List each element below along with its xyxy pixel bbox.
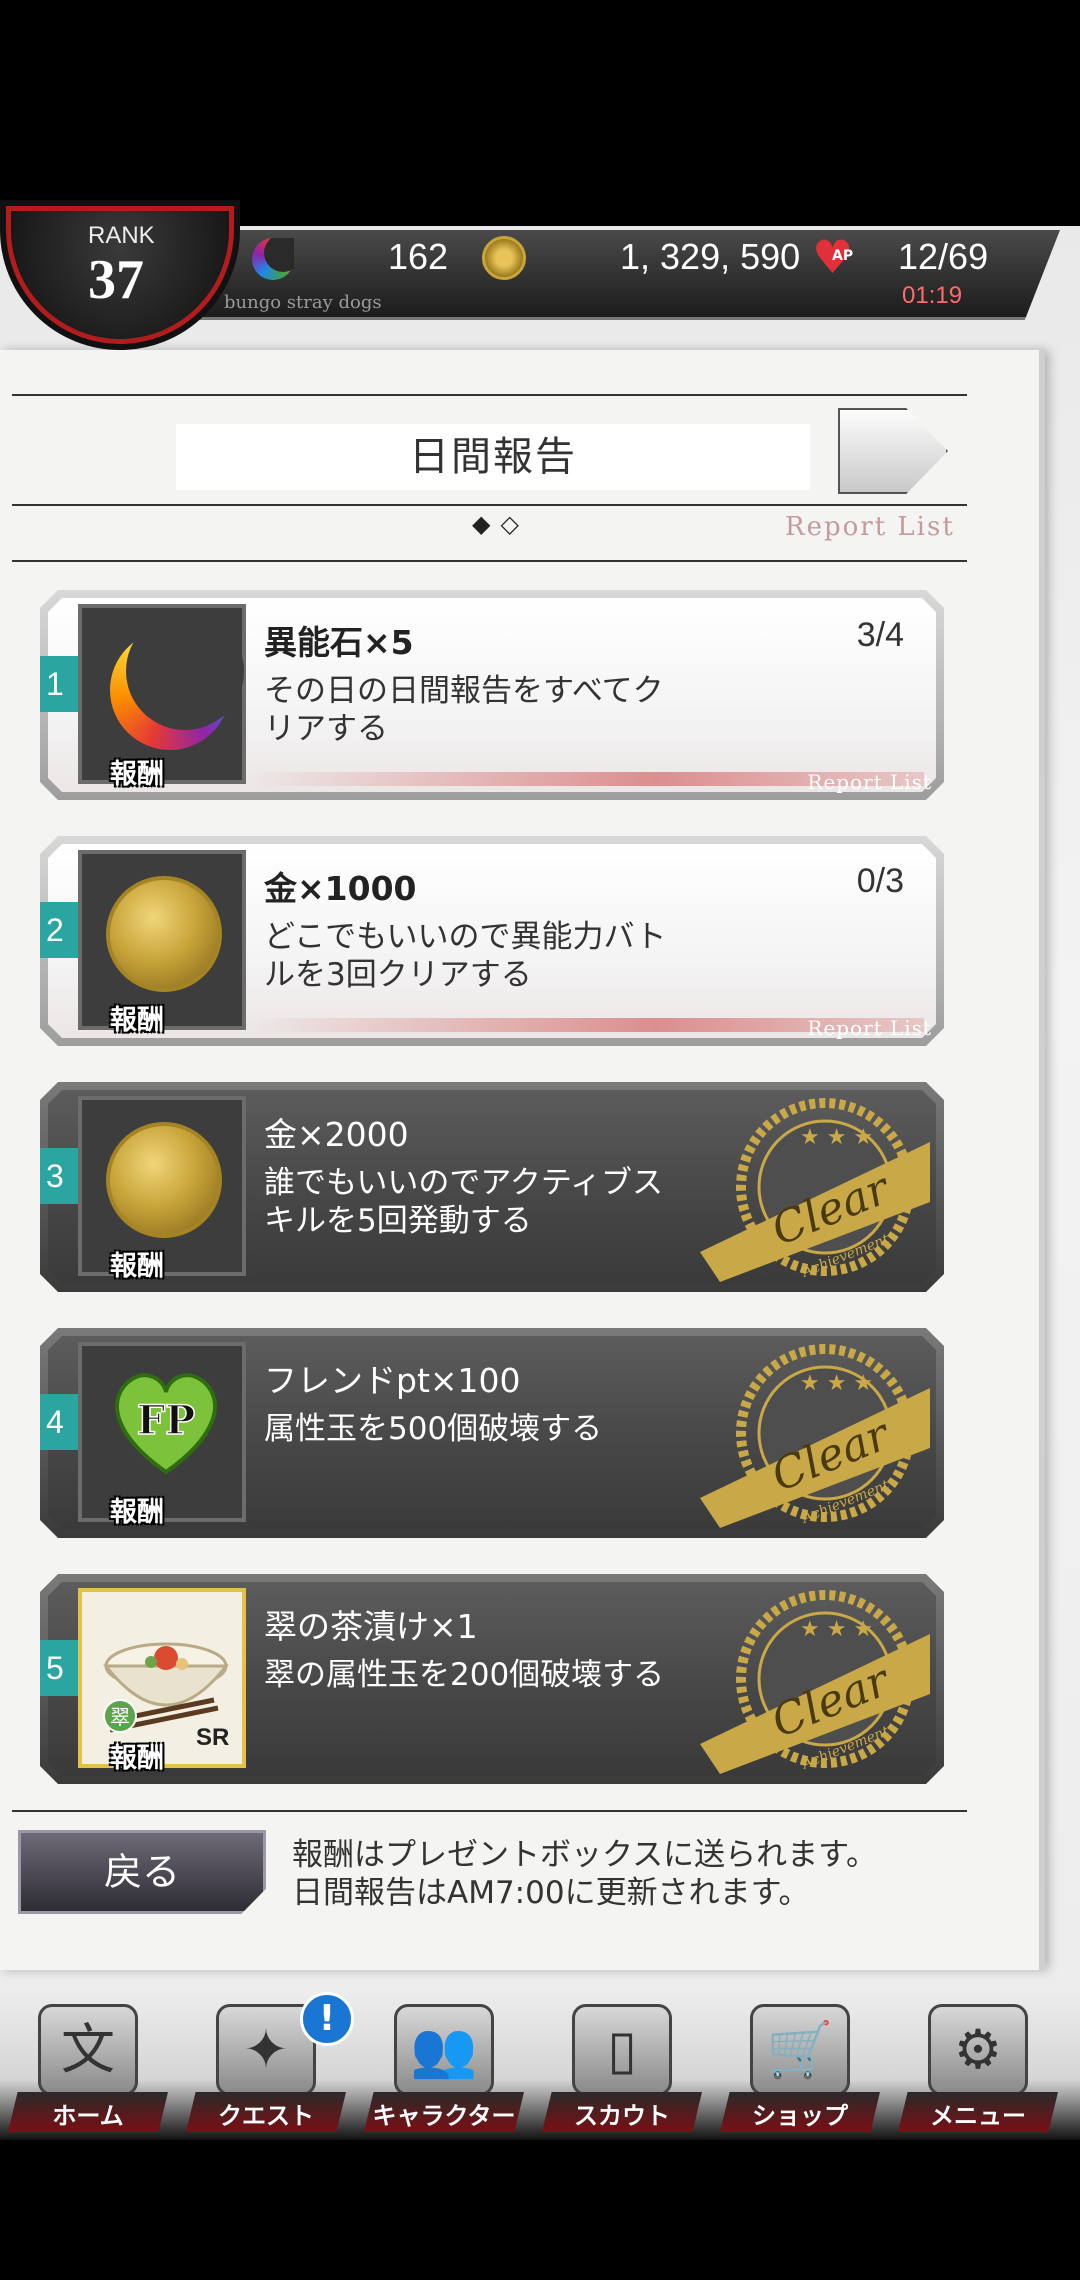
reward-name: 金×1000 xyxy=(264,869,417,908)
ap-count: 12/69 xyxy=(898,236,989,277)
mission-description: その日の日間報告をすべてク リアする xyxy=(264,672,764,748)
description-line: リアする xyxy=(264,711,388,747)
scout-glyph: ▯ xyxy=(607,2018,637,2081)
page-indicator: ◆◇ xyxy=(472,510,529,538)
gold-coin-icon xyxy=(106,876,222,992)
description-line: 翠の属性玉を200個破壊する xyxy=(264,1657,665,1693)
gold-count: 1, 329, 590 xyxy=(620,236,801,277)
nav-label: ホーム xyxy=(52,2102,124,2130)
description-line: キルを5回発動する xyxy=(264,1203,532,1239)
characters-glyph: 👥 xyxy=(410,2018,478,2081)
mission-card-4[interactable]: 4 FP 報酬 フレンドpt×100 属性玉を500個破壊する ★ ★ ★ Cl… xyxy=(40,1328,944,1538)
top-black-bar xyxy=(0,0,1080,226)
rank-value: 37 xyxy=(88,249,144,311)
reward-name: 金×2000 xyxy=(264,1115,409,1154)
description-line: どこでもいいので異能力バト xyxy=(264,919,667,955)
reward-tag: 報酬 xyxy=(110,1005,164,1036)
nav-label: メニュー xyxy=(930,2102,1026,2130)
mission-card-2[interactable]: 2 報酬 金×1000 0/3 どこでもいいので異能力バト ルを3回クリアする … xyxy=(40,836,944,1046)
element-badge: 翠 xyxy=(110,1705,130,1729)
bottom-black-bar xyxy=(0,2140,1080,2280)
back-button[interactable]: 戻る xyxy=(18,1830,266,1914)
mission-card-5[interactable]: 5 翠 SR 報酬 翠の茶漬け×1 翠の属性玉を200個破壊する ★ ★ ★ C… xyxy=(40,1574,944,1784)
divider xyxy=(12,1810,967,1812)
page-title: 日間報告 xyxy=(176,424,810,490)
shop-glyph: 🛒 xyxy=(766,2018,834,2081)
svg-text:★ ★ ★: ★ ★ ★ xyxy=(800,1617,873,1642)
fp-text: FP xyxy=(137,1397,195,1444)
ap-label: AP xyxy=(832,248,854,264)
mission-progress: 3/4 xyxy=(856,616,904,654)
footer-note-line: 報酬はプレゼントボックスに送られます。 xyxy=(292,1837,877,1873)
description-line: 誰でもいいのでアクティブス xyxy=(264,1165,663,1201)
divider xyxy=(12,504,967,506)
crescent-stone-icon xyxy=(110,630,230,750)
quest-alert-badge: ! xyxy=(300,1992,354,2046)
divider xyxy=(12,394,967,396)
chazuke-item-icon: 翠 xyxy=(96,1604,236,1744)
mission-description: 翠の属性玉を200個破壊する xyxy=(264,1656,764,1694)
reward-tag: 報酬 xyxy=(110,1497,164,1528)
reward-name: フレンドpt×100 xyxy=(264,1361,521,1400)
report-list-link[interactable]: Report List xyxy=(785,512,955,542)
clear-stamp-icon: ★ ★ ★ Clear Achievement xyxy=(700,1338,930,1528)
stone-count: 162 xyxy=(388,236,449,277)
description-line: ルを3回クリアする xyxy=(264,957,532,993)
ability-stone-icon xyxy=(252,238,294,280)
reward-name: 異能石×5 xyxy=(264,623,414,662)
footer-note-line: 日間報告はAM7:00に更新されます。 xyxy=(292,1875,810,1911)
nav-label: スカウト xyxy=(574,2102,670,2130)
nav-label: ショップ xyxy=(752,2102,848,2130)
rank-label: RANK xyxy=(88,222,155,249)
footer-note: 報酬はプレゼントボックスに送られます。 日間報告はAM7:00に更新されます。 xyxy=(292,1836,877,1912)
description-line: その日の日間報告をすべてク xyxy=(264,673,664,709)
reward-tag: 報酬 xyxy=(110,1251,164,1282)
friend-point-icon: FP xyxy=(106,1362,226,1482)
reward-tag: 報酬 xyxy=(110,759,164,790)
game-subtitle: bungo stray dogs xyxy=(224,292,382,313)
nav-home[interactable]: 文 ホーム xyxy=(8,2004,168,2134)
gold-coin-icon xyxy=(106,1122,222,1238)
menu-glyph: ⚙ xyxy=(953,2018,1003,2081)
reward-tag: 報酬 xyxy=(110,1743,164,1774)
home-glyph: 文 xyxy=(61,2018,115,2081)
mission-description: 属性玉を500個破壊する xyxy=(264,1410,764,1448)
mission-description: 誰でもいいのでアクティブス キルを5回発動する xyxy=(264,1164,764,1240)
gold-coin-icon xyxy=(482,236,526,280)
nav-characters[interactable]: 👥 キャラクター xyxy=(364,2004,524,2134)
mission-card-3[interactable]: 3 報酬 金×2000 誰でもいいのでアクティブス キルを5回発動する ★ ★ … xyxy=(40,1082,944,1292)
svg-text:★ ★ ★: ★ ★ ★ xyxy=(800,1125,873,1150)
nav-menu[interactable]: ⚙ メニュー xyxy=(898,2004,1058,2134)
divider xyxy=(12,560,967,562)
report-list-label: Report List xyxy=(807,770,932,794)
mission-progress: 0/3 xyxy=(856,862,904,900)
nav-scout[interactable]: ▯ スカウト xyxy=(542,2004,702,2134)
nav-label: クエスト xyxy=(218,2102,314,2130)
description-line: 属性玉を500個破壊する xyxy=(264,1411,603,1447)
reward-name: 翠の茶漬け×1 xyxy=(264,1607,478,1646)
clear-stamp-icon: ★ ★ ★ Clear Achievement xyxy=(700,1092,930,1282)
mission-description: どこでもいいので異能力バト ルを3回クリアする xyxy=(264,918,764,994)
clear-stamp-icon: ★ ★ ★ Clear Achievement xyxy=(700,1584,930,1774)
nav-shop[interactable]: 🛒 ショップ xyxy=(720,2004,880,2134)
ap-timer: 01:19 xyxy=(902,282,963,309)
rarity-label: SR xyxy=(196,1724,230,1751)
svg-text:★ ★ ★: ★ ★ ★ xyxy=(800,1371,873,1396)
mission-card-1[interactable]: 1 報酬 異能石×5 3/4 その日の日間報告をすべてク リアする Report… xyxy=(40,590,944,800)
report-list-label: Report List xyxy=(807,1016,932,1040)
nav-label: キャラクター xyxy=(372,2102,516,2130)
